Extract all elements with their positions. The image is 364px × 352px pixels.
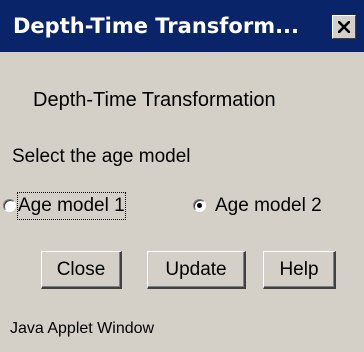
close-button[interactable]: Close (41, 251, 122, 289)
help-button[interactable]: Help (263, 251, 336, 289)
title-bar[interactable]: Depth-Time Transform... (0, 0, 364, 52)
close-icon (338, 21, 350, 33)
dialog-heading: Depth-Time Transformation (33, 89, 276, 111)
applet-status-text: Java Applet Window (10, 320, 155, 337)
update-button[interactable]: Update (147, 251, 246, 289)
window-close-button[interactable] (332, 15, 356, 39)
age-model-2-label[interactable]: Age model 2 (215, 193, 322, 219)
age-model-1-label[interactable]: Age model 1 (17, 192, 126, 220)
dialog-window: Depth-Time Transform... Depth-Time Trans… (0, 0, 364, 352)
age-model-2-radio[interactable] (193, 199, 206, 212)
age-model-prompt: Select the age model (12, 146, 191, 167)
age-model-1-radio[interactable] (3, 199, 16, 212)
window-title: Depth-Time Transform... (13, 14, 300, 38)
